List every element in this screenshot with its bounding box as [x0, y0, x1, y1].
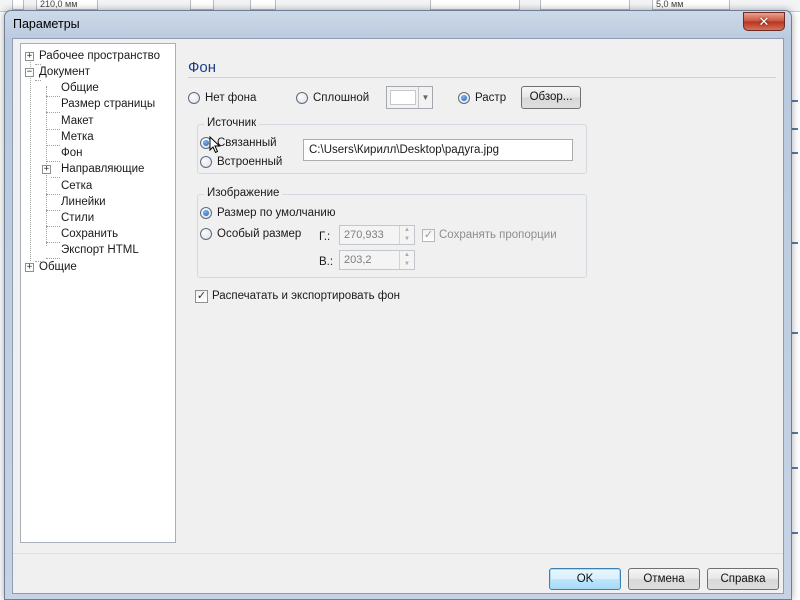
- tree-item-rulers[interactable]: Линейки: [61, 194, 106, 210]
- ok-button[interactable]: OK: [549, 568, 621, 590]
- close-icon: ✕: [758, 14, 770, 29]
- print-export-label[interactable]: Распечатать и экспортировать фон: [212, 289, 400, 303]
- window-title: Параметры: [13, 17, 80, 31]
- keep-ratio-label[interactable]: Сохранять пропорции: [439, 228, 557, 242]
- options-tree[interactable]: + Рабочее пространство − Документ Общие …: [20, 43, 176, 543]
- no-background-radio[interactable]: [188, 92, 200, 104]
- default-size-radio[interactable]: [200, 207, 212, 219]
- title-bar[interactable]: Параметры ✕: [5, 11, 791, 37]
- tree-item-styles[interactable]: Стили: [61, 210, 94, 226]
- tree-item-document[interactable]: − Документ: [25, 64, 90, 80]
- tree-item-label[interactable]: Метка: [61, 129, 94, 145]
- solid-label[interactable]: Сплошной: [313, 91, 369, 105]
- tree-item-export-html[interactable]: Экспорт HTML: [61, 242, 139, 258]
- dialog-client-area: + Рабочее пространство − Документ Общие …: [12, 38, 784, 594]
- vertical-label: В.:: [319, 256, 334, 268]
- no-background-label[interactable]: Нет фона: [205, 91, 256, 105]
- ruler-width-field: 210,0 мм: [36, 0, 98, 10]
- horizontal-label: Г.:: [319, 231, 331, 243]
- raster-label[interactable]: Растр: [475, 91, 506, 105]
- custom-size-label[interactable]: Особый размер: [217, 227, 301, 241]
- solid-radio[interactable]: [296, 92, 308, 104]
- expand-icon[interactable]: +: [42, 165, 51, 174]
- tree-item-workspace[interactable]: + Рабочее пространство: [25, 48, 160, 64]
- file-path-field[interactable]: C:\Users\Кирилл\Desktop\радуга.jpg: [303, 139, 573, 161]
- custom-size-radio[interactable]: [200, 228, 212, 240]
- help-button[interactable]: Справка: [707, 568, 779, 590]
- tree-item-general[interactable]: Общие: [61, 80, 99, 96]
- close-button[interactable]: ✕: [743, 12, 785, 31]
- title-divider: [188, 77, 776, 78]
- chevron-down-icon[interactable]: ▼: [418, 87, 432, 108]
- nudge-field: 5,0 мм: [652, 0, 730, 10]
- tree-item-grid[interactable]: Сетка: [61, 178, 92, 194]
- tree-item-global[interactable]: + Общие: [25, 259, 77, 275]
- tree-item-layout[interactable]: Макет: [61, 113, 94, 129]
- tree-item-background[interactable]: Фон: [61, 145, 83, 161]
- embedded-label[interactable]: Встроенный: [217, 155, 282, 169]
- embedded-radio[interactable]: [200, 156, 212, 168]
- expand-icon[interactable]: +: [25, 263, 34, 272]
- footer-divider: [13, 553, 783, 554]
- cancel-button[interactable]: Отмена: [628, 568, 700, 590]
- default-size-label[interactable]: Размер по умолчанию: [217, 206, 335, 220]
- mouse-cursor-icon: [209, 136, 221, 154]
- collapse-icon[interactable]: −: [25, 68, 34, 77]
- options-dialog: Параметры ✕ + Рабочее пространство − Док…: [4, 10, 792, 600]
- tree-item-save[interactable]: Сохранить: [61, 226, 118, 242]
- color-swatch: [390, 90, 416, 105]
- color-picker[interactable]: ▼: [386, 86, 433, 109]
- keep-ratio-checkbox[interactable]: ✓: [422, 229, 435, 242]
- image-group-title: Изображение: [204, 187, 283, 199]
- tree-item-guidelines[interactable]: + Направляющие: [42, 161, 144, 177]
- background-page: Фон Нет фона Сплошной ▼ Растр Обзор... И…: [181, 39, 781, 559]
- raster-radio[interactable]: [458, 92, 470, 104]
- page-title: Фон: [188, 59, 217, 76]
- print-export-checkbox[interactable]: ✓: [195, 290, 208, 303]
- browse-button[interactable]: Обзор...: [521, 86, 581, 109]
- linked-label[interactable]: Связанный: [217, 136, 277, 150]
- horizontal-size-stepper[interactable]: 270,933 ▲ ▼: [339, 225, 415, 245]
- vertical-size-stepper[interactable]: 203,2 ▲ ▼: [339, 250, 415, 270]
- source-group-title: Источник: [204, 117, 260, 129]
- tree-item-page-size[interactable]: Размер страницы: [61, 96, 155, 112]
- expand-icon[interactable]: +: [25, 52, 34, 61]
